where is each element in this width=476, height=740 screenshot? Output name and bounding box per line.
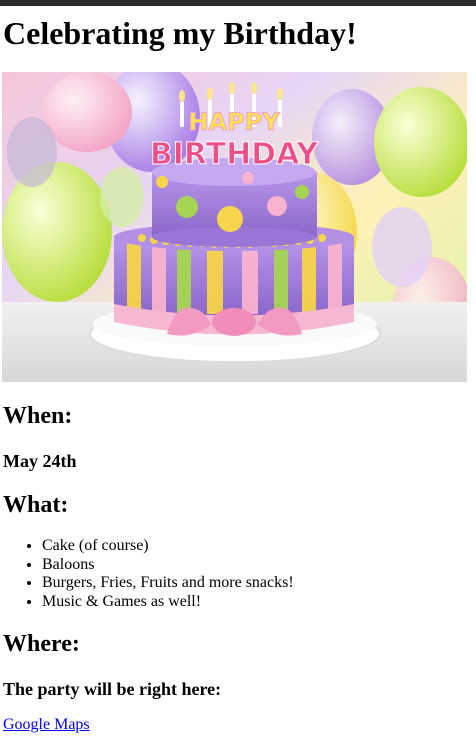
- birthday-cake-image: HAPPY BIRTHDAY: [2, 72, 467, 382]
- what-heading: What:: [3, 492, 69, 518]
- list-item: Baloons: [42, 556, 294, 575]
- event-date: May 24th: [3, 451, 77, 471]
- google-maps-link[interactable]: Google Maps: [3, 716, 90, 734]
- activities-list: Cake (of course) Baloons Burgers, Fries,…: [0, 537, 294, 611]
- svg-text:HAPPY: HAPPY: [188, 108, 280, 136]
- party-location-text: The party will be right here:: [3, 679, 222, 699]
- where-heading: Where:: [3, 631, 80, 657]
- top-bar: [0, 0, 476, 6]
- when-heading: When:: [3, 403, 73, 429]
- list-item: Cake (of course): [42, 537, 294, 556]
- list-item: Music & Games as well!: [42, 593, 294, 612]
- svg-text:BIRTHDAY: BIRTHDAY: [150, 137, 320, 172]
- page-title: Celebrating my Birthday!: [3, 15, 357, 51]
- list-item: Burgers, Fries, Fruits and more snacks!: [42, 574, 294, 593]
